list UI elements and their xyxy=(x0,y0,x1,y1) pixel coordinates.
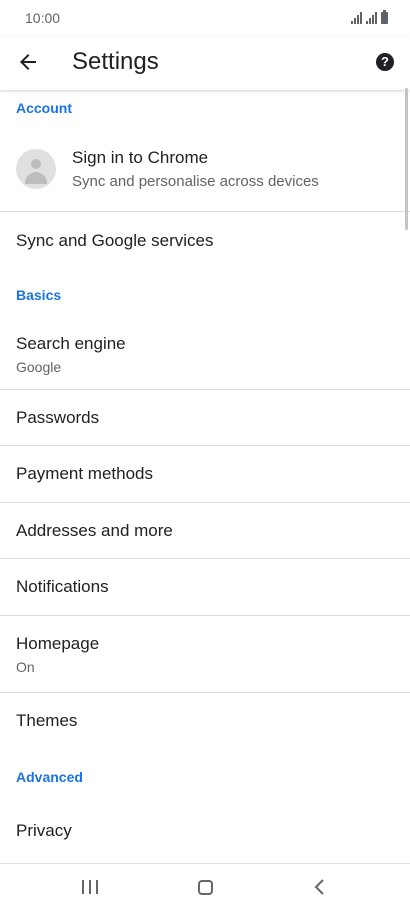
home-icon[interactable] xyxy=(198,880,213,895)
sign-in-subtitle: Sync and personalise across devices xyxy=(72,172,319,190)
section-header-account: Account xyxy=(16,100,72,116)
page-title: Settings xyxy=(72,48,159,75)
settings-item-label: Passwords xyxy=(16,407,100,427)
recents-icon[interactable] xyxy=(82,880,98,894)
settings-item-value: On xyxy=(16,658,35,675)
section-header-advanced: Advanced xyxy=(16,769,83,785)
settings-item-label: Search engine xyxy=(16,334,126,353)
settings-item-homepage[interactable]: Homepage On xyxy=(0,616,410,693)
arrow-back-icon[interactable] xyxy=(16,50,40,74)
settings-item-label: Payment methods xyxy=(16,464,154,483)
settings-item-label: Notifications xyxy=(16,577,109,596)
scrollbar[interactable] xyxy=(405,88,408,230)
settings-item-value: Google xyxy=(16,359,62,375)
settings-item-notifications[interactable]: Notifications xyxy=(0,559,410,616)
system-nav-bar xyxy=(0,863,410,911)
sign-in-row[interactable]: Sign in to Chrome Sync and personalise a… xyxy=(0,126,410,212)
settings-item-label: Homepage xyxy=(16,633,100,653)
settings-item-label: Addresses and more xyxy=(16,520,173,540)
settings-item-passwords[interactable]: Passwords xyxy=(0,390,410,446)
battery-icon xyxy=(381,10,388,24)
settings-item-themes[interactable]: Themes xyxy=(0,693,410,749)
settings-item-label: Sync and Google services xyxy=(16,230,214,250)
settings-item-privacy[interactable]: Privacy xyxy=(0,805,410,857)
settings-list: Account Sign in to Chrome Sync and perso… xyxy=(0,90,410,863)
avatar xyxy=(16,148,56,189)
status-time: 10:00 xyxy=(25,10,61,26)
settings-item-payment-methods[interactable]: Payment methods xyxy=(0,446,410,503)
status-bar: 10:00 xyxy=(0,0,410,36)
status-icons xyxy=(351,10,388,24)
settings-item-label: Privacy xyxy=(16,821,72,840)
settings-item-search-engine[interactable]: Search engine Google xyxy=(0,320,410,390)
settings-item-sync[interactable]: Sync and Google services xyxy=(0,212,410,269)
settings-item-addresses[interactable]: Addresses and more xyxy=(0,503,410,559)
signal-icon-2 xyxy=(366,12,377,24)
section-header-basics: Basics xyxy=(16,286,62,303)
signal-icon xyxy=(351,12,362,24)
app-bar: Settings ? xyxy=(0,36,410,90)
nav-back-icon[interactable] xyxy=(312,878,328,896)
help-icon[interactable]: ? xyxy=(376,53,394,71)
sign-in-title: Sign in to Chrome xyxy=(72,147,209,167)
settings-item-label: Themes xyxy=(16,711,78,730)
